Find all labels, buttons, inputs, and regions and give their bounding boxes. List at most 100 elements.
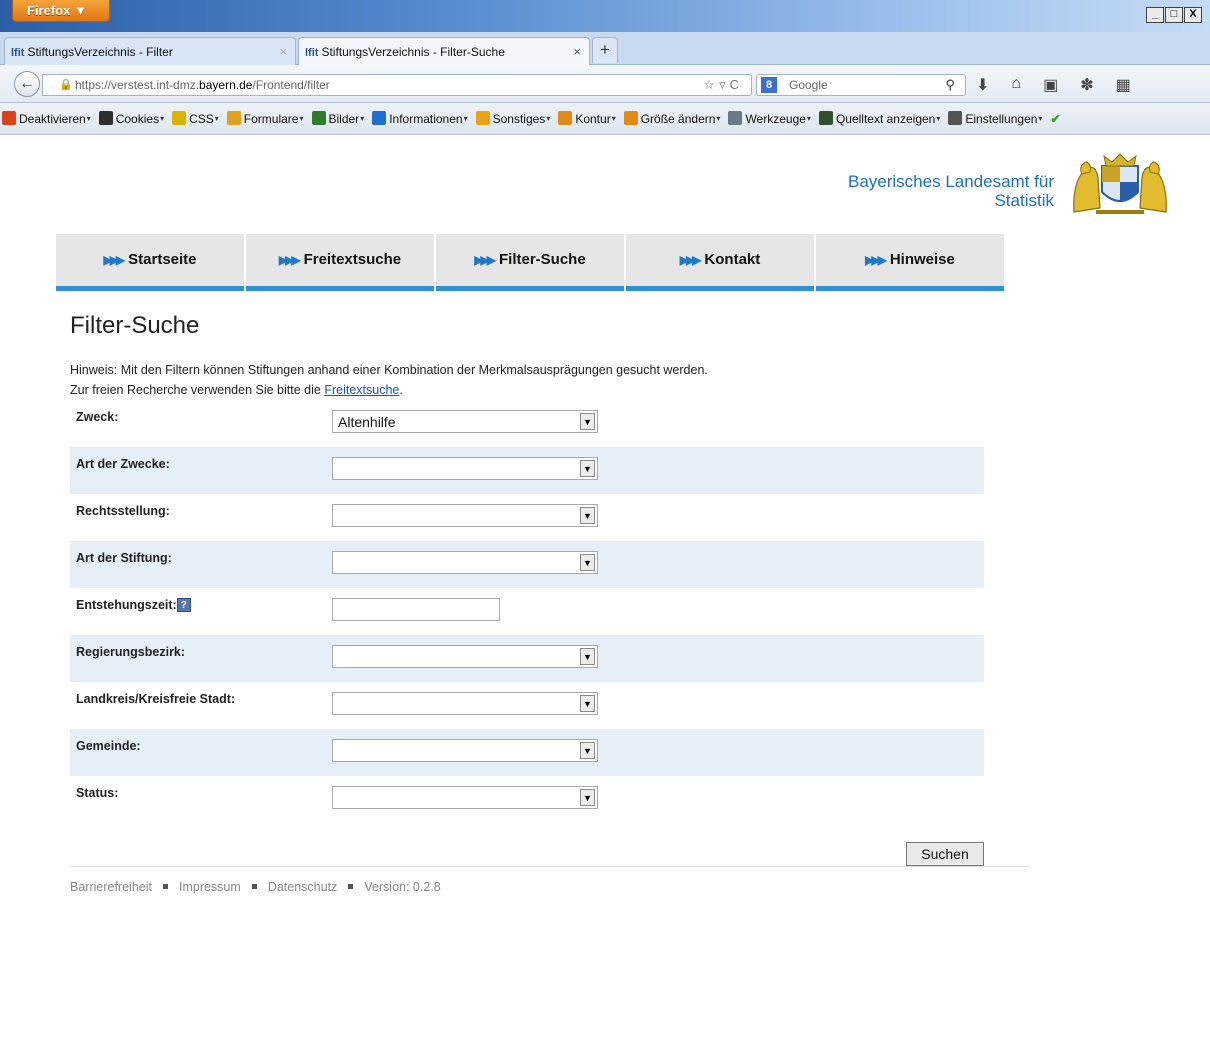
- nav-startseite[interactable]: ▶▶▶ Startseite: [56, 234, 244, 291]
- form-row-rechtsstellung: Rechtsstellung: ▼: [70, 494, 984, 541]
- download-icon[interactable]: ⬇: [976, 75, 989, 95]
- toolbar-item-größe-ändern[interactable]: Größe ändern▾: [623, 111, 721, 126]
- checkmark-icon[interactable]: ✔: [1050, 112, 1060, 126]
- entstehungszeit-input[interactable]: [332, 598, 500, 621]
- form-row-gemeinde: Gemeinde: ▼: [70, 729, 984, 776]
- dropdown-arrow-icon[interactable]: ▼: [580, 460, 595, 477]
- gemeinde-select[interactable]: ▼: [332, 739, 598, 762]
- dropdown-caret-icon: ▾: [160, 114, 165, 123]
- dropdown-caret-icon: ▾: [716, 114, 721, 123]
- window-titlebar: Firefox ▼ _ □ X: [0, 0, 1210, 32]
- footer-link-datenschutz[interactable]: Datenschutz: [268, 880, 337, 894]
- dropdown-caret-icon: ▾: [936, 114, 941, 123]
- dropdown-caret-icon: ▾: [806, 114, 811, 123]
- dropdown-arrow-icon[interactable]: ▼: [580, 695, 595, 712]
- search-bar[interactable]: 8 Google ⚲: [756, 74, 966, 96]
- toolbar-item-label: Informationen: [389, 112, 463, 126]
- search-engine-icon[interactable]: 8: [761, 77, 777, 93]
- web-developer-toolbar: Deaktivieren▾ Cookies▾ CSS▾ Formulare▾ Bilde…: [0, 103, 1210, 135]
- toolbar-item-formulare[interactable]: Formulare▾: [226, 111, 304, 126]
- tab-stiftungsverzeichnis-filter[interactable]: lfit StiftungsVerzeichnis - Filter ×: [4, 37, 296, 65]
- history-dropdown-icon[interactable]: ▿: [719, 77, 730, 92]
- dropdown-arrow-icon[interactable]: ▼: [580, 413, 595, 430]
- organization-name[interactable]: Bayerisches Landesamt für Statistik: [848, 172, 1054, 210]
- back-arrow-icon[interactable]: ←: [14, 71, 40, 97]
- art-der-stiftung-select[interactable]: ▼: [332, 551, 598, 574]
- rechtsstellung-label: Rechtsstellung:: [76, 504, 170, 518]
- maximize-button[interactable]: □: [1165, 7, 1183, 23]
- toolbar-item-label: CSS: [189, 112, 214, 126]
- nav-kontakt[interactable]: ▶▶▶ Kontakt: [626, 234, 814, 291]
- nav-filter-suche[interactable]: ▶▶▶ Filter-Suche: [436, 234, 624, 291]
- toolbar-item-label: Sonstiges: [492, 112, 546, 126]
- dropdown-arrow-icon[interactable]: ▼: [580, 554, 595, 571]
- puzzle-icon[interactable]: ✽: [1080, 75, 1093, 95]
- nav-label: Startseite: [128, 251, 197, 268]
- toolbar-item-cookies[interactable]: Cookies▾: [98, 111, 165, 126]
- navigation-toolbar: ← 🔒 https://verstest.int-dmz.bayern.de/F…: [0, 65, 1210, 103]
- reload-icon[interactable]: C: [730, 77, 743, 92]
- bavarian-coat-of-arms-icon[interactable]: [1068, 152, 1172, 216]
- toolbar-item-quelltext-anzeigen[interactable]: Quelltext anzeigen▾: [818, 111, 941, 126]
- org-line-2: Statistik: [994, 191, 1054, 210]
- hint-line-2: Zur freien Recherche verwenden Sie bitte…: [70, 380, 708, 400]
- dropdown-arrow-icon[interactable]: ▼: [580, 789, 595, 806]
- footer-link-impressum[interactable]: Impressum: [179, 880, 241, 894]
- form-row-regierungsbezirk: Regierungsbezirk: ▼: [70, 635, 984, 682]
- firefox-menu-button[interactable]: Firefox ▼: [12, 0, 110, 22]
- help-icon[interactable]: ?: [176, 598, 191, 612]
- new-tab-button[interactable]: +: [592, 37, 618, 63]
- search-placeholder: Google: [789, 78, 828, 92]
- toolbar-item-informationen[interactable]: Informationen▾: [372, 111, 468, 126]
- close-window-button[interactable]: X: [1184, 7, 1202, 23]
- triple-arrow-icon: ▶▶▶: [474, 253, 496, 267]
- url-bar[interactable]: 🔒 https://verstest.int-dmz.bayern.de/Fro…: [42, 74, 752, 96]
- toolbar-item-icon: [372, 111, 387, 125]
- close-tab-icon[interactable]: ×: [279, 44, 287, 59]
- dropdown-caret-icon: ▾: [360, 114, 365, 123]
- lfit-favicon-icon: lfit: [305, 47, 319, 59]
- bookmark-star-icon[interactable]: ☆: [703, 77, 719, 92]
- status-select[interactable]: ▼: [332, 786, 598, 809]
- toolbar-item-einstellungen[interactable]: Einstellungen▾: [948, 111, 1042, 126]
- home-icon[interactable]: ⌂: [1011, 75, 1021, 95]
- search-submit-button[interactable]: Suchen: [906, 842, 984, 866]
- toolbar-item-icon: [623, 111, 638, 125]
- magnifier-icon[interactable]: ⚲: [945, 77, 955, 93]
- toolbar-item-icon: [728, 111, 743, 125]
- tab-stiftungsverzeichnis-filter-suche[interactable]: lfit StiftungsVerzeichnis - Filter-Suche …: [298, 37, 590, 65]
- toolbar-item-label: Kontur: [575, 112, 611, 126]
- toolbar-item-bilder[interactable]: Bilder▾: [311, 111, 365, 126]
- toolbar-item-kontur[interactable]: Kontur▾: [558, 111, 616, 126]
- tab-strip: lfit StiftungsVerzeichnis - Filter × lfit…: [0, 32, 1210, 65]
- dropdown-caret-icon: ▾: [611, 114, 616, 123]
- rechtsstellung-select[interactable]: ▼: [332, 504, 598, 527]
- gemeinde-label: Gemeinde:: [76, 739, 141, 753]
- dropdown-arrow-icon[interactable]: ▼: [580, 742, 595, 759]
- toolbar-item-deaktivieren[interactable]: Deaktivieren▾: [2, 111, 91, 126]
- toolbar-item-sonstiges[interactable]: Sonstiges▾: [475, 111, 550, 126]
- toolbar-item-werkzeuge[interactable]: Werkzeuge▾: [728, 111, 811, 126]
- freitextsuche-link[interactable]: Freitextsuche: [324, 383, 399, 397]
- addon-icon[interactable]: ▣: [1043, 75, 1058, 95]
- minimize-button[interactable]: _: [1146, 7, 1164, 23]
- nav-freitextsuche[interactable]: ▶▶▶ Freitextsuche: [246, 234, 434, 291]
- landkreis-select[interactable]: ▼: [332, 692, 598, 715]
- art-der-zwecke-select[interactable]: ▼: [332, 457, 598, 480]
- toolbar-item-label: Werkzeuge: [745, 112, 806, 126]
- nav-hinweise[interactable]: ▶▶▶ Hinweise: [816, 234, 1004, 291]
- zweck-select[interactable]: Altenhilfe ▼: [332, 410, 598, 433]
- toolbar-item-icon: [98, 111, 113, 125]
- dropdown-arrow-icon[interactable]: ▼: [580, 507, 595, 524]
- form-row-zweck: Zweck: Altenhilfe ▼: [70, 400, 984, 447]
- hint-line-1: Hinweis: Mit den Filtern können Stiftung…: [70, 363, 708, 377]
- dropdown-arrow-icon[interactable]: ▼: [580, 648, 595, 665]
- toolbar-item-css[interactable]: CSS▾: [172, 111, 219, 126]
- close-tab-icon[interactable]: ×: [573, 44, 581, 59]
- regierungsbezirk-select[interactable]: ▼: [332, 645, 598, 668]
- footer-link-barrierefreiheit[interactable]: Barrierefreiheit: [70, 880, 152, 894]
- footer-separator: [162, 884, 168, 889]
- menu-icon[interactable]: ▦: [1116, 75, 1131, 95]
- toolbar-item-label: Größe ändern: [640, 112, 716, 126]
- tab-label: StiftungsVerzeichnis - Filter-Suche: [321, 45, 505, 59]
